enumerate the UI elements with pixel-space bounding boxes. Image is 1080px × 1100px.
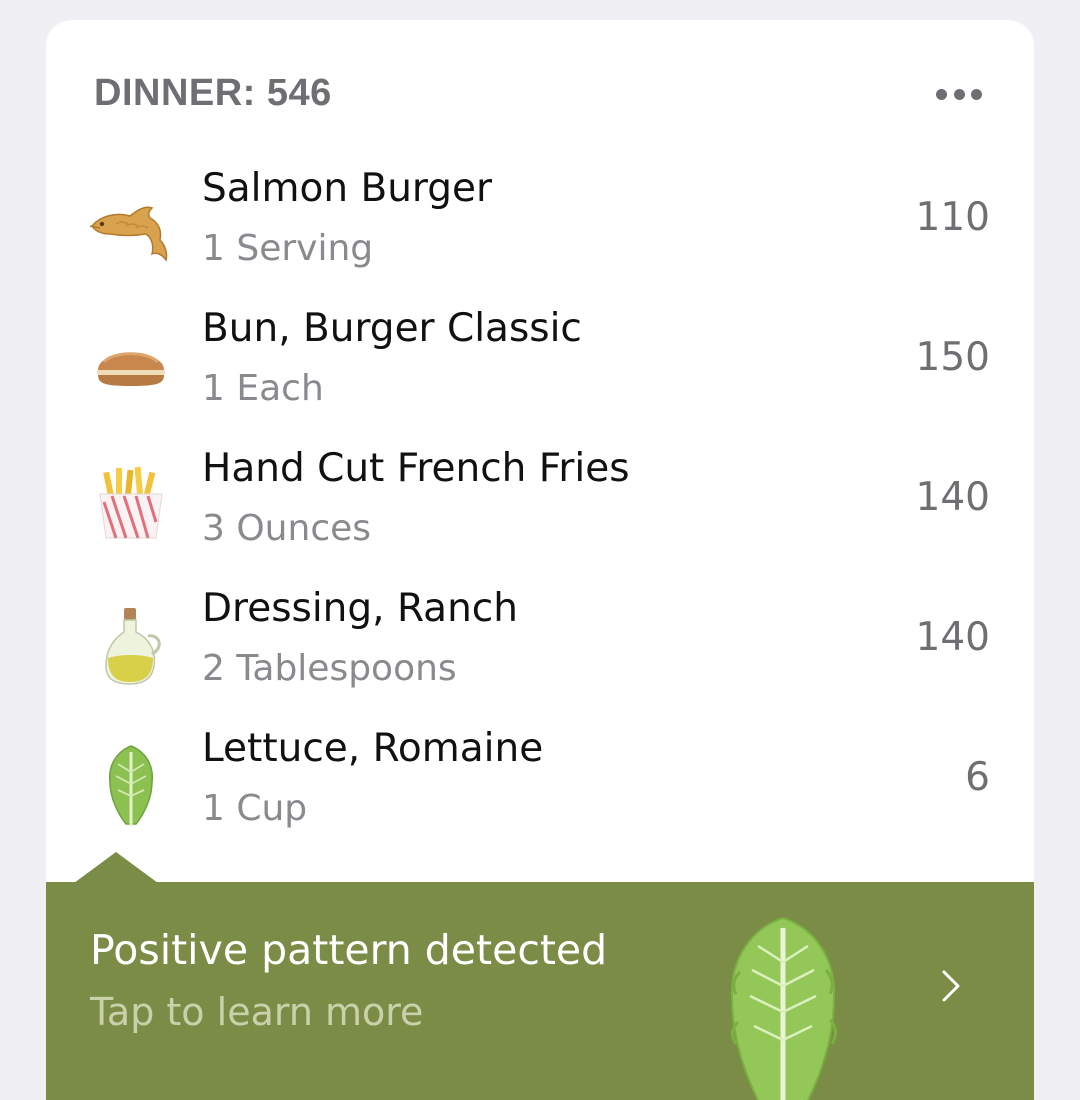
chevron-right-icon <box>942 970 960 1002</box>
food-calories: 140 <box>915 475 990 520</box>
dot <box>971 88 982 100</box>
banner-title: Positive pattern detected <box>90 926 608 974</box>
food-name: Salmon Burger <box>202 166 493 211</box>
food-quantity: 1 Cup <box>202 788 308 829</box>
food-quantity: 1 Each <box>202 368 324 409</box>
food-calories: 6 <box>965 755 990 800</box>
bun-icon <box>97 352 165 386</box>
lettuce-icon <box>108 745 154 826</box>
food-quantity: 2 Tablespoons <box>202 648 457 689</box>
lettuce-icon <box>730 916 837 1100</box>
food-row-dressing[interactable]: Dressing, Ranch 2 Tablespoons 140 <box>46 580 1034 720</box>
food-calories: 110 <box>915 195 990 240</box>
banner-pointer <box>74 852 158 883</box>
dinner-card: DINNER: 546 Salmon Burger 1 Serving 110 … <box>46 20 1034 1100</box>
meal-header: DINNER: 546 <box>94 72 332 114</box>
food-quantity: 3 Ounces <box>202 508 372 549</box>
fries-icon <box>99 466 163 539</box>
oil-bottle-icon <box>105 608 161 685</box>
food-name: Dressing, Ranch <box>202 586 518 631</box>
food-quantity: 1 Serving <box>202 228 374 269</box>
positive-pattern-banner[interactable]: Positive pattern detected Tap to learn m… <box>46 852 1034 1100</box>
food-name: Lettuce, Romaine <box>202 726 544 771</box>
food-row-lettuce[interactable]: Lettuce, Romaine 1 Cup 6 <box>46 720 1034 860</box>
banner-subtitle: Tap to learn more <box>90 990 424 1034</box>
more-options-icon[interactable] <box>936 86 982 102</box>
dot <box>936 88 947 100</box>
dot <box>953 88 965 100</box>
food-name: Bun, Burger Classic <box>202 306 582 351</box>
fish-icon <box>89 206 168 262</box>
food-name: Hand Cut French Fries <box>202 446 630 491</box>
food-calories: 150 <box>915 335 990 380</box>
food-calories: 140 <box>915 615 990 660</box>
food-row-bun[interactable]: Bun, Burger Classic 1 Each 150 <box>46 300 1034 440</box>
food-row-fries[interactable]: Hand Cut French Fries 3 Ounces 140 <box>46 440 1034 580</box>
food-row-salmon-burger[interactable]: Salmon Burger 1 Serving 110 <box>46 160 1034 300</box>
